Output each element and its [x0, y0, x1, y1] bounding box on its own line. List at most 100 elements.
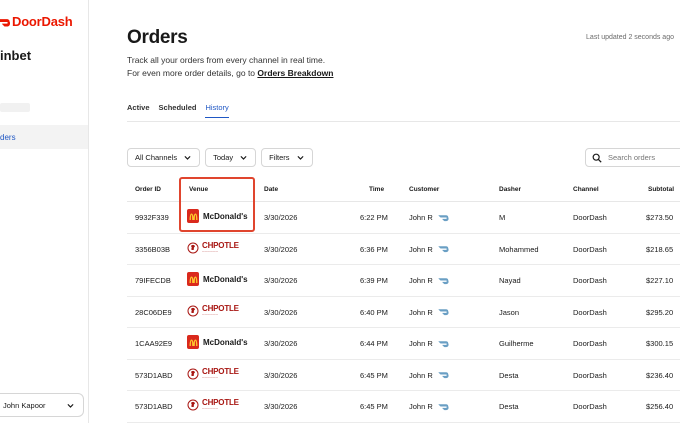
- chevron-down-icon: [184, 155, 191, 160]
- order-time: 6:45 PM: [360, 370, 388, 380]
- order-id[interactable]: 79IFECDB: [135, 276, 171, 285]
- venue-cell: CHPOTLE ——————: [187, 304, 239, 318]
- venue-name: McDonald's: [203, 274, 248, 284]
- customer-name: John R: [409, 339, 433, 348]
- brand-name: DoorDash: [12, 14, 73, 29]
- doordash-icon: [438, 340, 449, 347]
- order-id[interactable]: 9932F339: [135, 213, 169, 222]
- column-header-subtotal[interactable]: Subtotal: [648, 186, 674, 193]
- user-switcher[interactable]: John Kapoor: [0, 393, 84, 417]
- table-row[interactable]: 3356B03B CHPOTLE —————— 3/30/2026 6:36 PM Jo…: [127, 234, 680, 265]
- channel-name: DoorDash: [573, 307, 607, 317]
- subtotal: $236.40: [646, 370, 674, 380]
- dasher-name: M: [499, 213, 506, 222]
- column-header-order-id[interactable]: Order ID: [135, 186, 161, 193]
- customer-cell: John R: [409, 308, 449, 317]
- order-time: 6:22 PM: [360, 213, 388, 222]
- order-time: 6:45 PM: [360, 402, 388, 411]
- column-header-venue[interactable]: Venue: [189, 186, 208, 193]
- sidebar-item-orders[interactable]: ders: [0, 125, 88, 149]
- channel-name: DoorDash: [573, 402, 607, 411]
- chipotle-wordmark: CHPOTLE ——————: [202, 241, 239, 254]
- table-row[interactable]: 573D1ABD CHPOTLE —————— 3/30/2026 6:45 PM Jo…: [127, 360, 680, 391]
- subtotal: $300.15: [646, 339, 674, 348]
- order-time: 6:40 PM: [360, 307, 388, 317]
- column-header-dasher[interactable]: Dasher: [499, 186, 521, 193]
- channel-name: DoorDash: [573, 244, 607, 254]
- dasher-name: Desta: [499, 402, 519, 411]
- venue-cell: CHPOTLE ——————: [187, 398, 239, 412]
- venue-name: McDonald's: [203, 337, 248, 347]
- venue-name: CHPOTLE: [202, 303, 239, 313]
- order-date: 3/30/2026: [264, 370, 298, 380]
- order-date: 3/30/2026: [264, 213, 298, 222]
- sidebar-item-label: ders: [0, 132, 16, 142]
- user-name: John Kapoor: [3, 400, 46, 410]
- venue-cell: CHPOTLE ——————: [187, 241, 239, 255]
- order-id[interactable]: 573D1ABD: [135, 402, 173, 411]
- column-header-time[interactable]: Time: [369, 186, 384, 193]
- tabs-divider: [127, 121, 680, 122]
- customer-name: John R: [409, 370, 433, 380]
- table-row[interactable]: 79IFECDB McDonald's 3/30/2026 6:39 PM John …: [127, 265, 680, 297]
- page-subtitle: Track all your orders from every channel…: [127, 55, 326, 65]
- order-date: 3/30/2026: [264, 307, 298, 317]
- tab-history[interactable]: History: [205, 103, 229, 118]
- order-id[interactable]: 28C06DE9: [135, 308, 172, 317]
- order-id[interactable]: 573D1ABD: [135, 371, 173, 380]
- venue-name: CHPOTLE: [202, 398, 239, 408]
- channel-name: DoorDash: [573, 339, 607, 348]
- customer-name: John R: [409, 276, 433, 285]
- column-header-customer[interactable]: Customer: [409, 186, 439, 193]
- order-date: 3/30/2026: [264, 276, 298, 285]
- customer-cell: John R: [409, 371, 449, 380]
- dasher-name: Jason: [499, 307, 520, 317]
- date-dropdown[interactable]: Today: [205, 148, 257, 167]
- search-input[interactable]: [608, 153, 680, 162]
- chevron-down-icon: [296, 155, 304, 160]
- sidebar-placeholder: [0, 103, 30, 112]
- store-name[interactable]: inbet: [0, 48, 31, 63]
- search-box[interactable]: [585, 148, 680, 167]
- dasher-name: Guilherme: [499, 339, 534, 348]
- subtotal: $273.50: [646, 213, 674, 222]
- chipotle-logo-icon: [187, 242, 199, 253]
- chipotle-wordmark: CHPOTLE ——————: [202, 366, 239, 380]
- orders-table: Order ID Venue Date Time Customer Dasher…: [127, 178, 680, 423]
- venue-name: CHPOTLE: [202, 366, 239, 376]
- column-header-channel[interactable]: Channel: [573, 186, 599, 193]
- date-dropdown-label: Today: [213, 153, 234, 162]
- order-time: 6:39 PM: [360, 276, 388, 285]
- channels-dropdown[interactable]: All Channels: [127, 148, 201, 167]
- orders-breakdown-link[interactable]: Orders Breakdown: [257, 68, 333, 78]
- page-subtitle-link-line: For even more order details, go to Order…: [127, 68, 333, 78]
- tab-active[interactable]: Active: [127, 103, 150, 118]
- channels-dropdown-label: All Channels: [135, 153, 178, 162]
- dasher-name: Nayad: [499, 276, 521, 285]
- subtotal: $218.65: [646, 244, 674, 254]
- order-date: 3/30/2026: [264, 402, 298, 411]
- sidebar: DoorDash inbet ders John Kapoor: [0, 0, 89, 423]
- doordash-icon: [438, 309, 449, 316]
- subtitle-prefix: For even more order details, go to: [127, 68, 258, 78]
- table-row[interactable]: 1CAA92E9 McDonald's 3/30/2026 6:44 PM John …: [127, 328, 680, 360]
- order-time: 6:36 PM: [360, 244, 388, 254]
- chipotle-tagline-mark: ——————: [202, 375, 219, 379]
- chipotle-logo-icon: [187, 305, 199, 316]
- table-row[interactable]: 573D1ABD CHPOTLE —————— 3/30/2026 6:45 PM Jo…: [127, 391, 680, 423]
- table-row[interactable]: 28C06DE9 CHPOTLE —————— 3/30/2026 6:40 PM Jo…: [127, 297, 680, 328]
- doordash-icon: [438, 246, 449, 253]
- subtotal: $295.20: [646, 307, 674, 317]
- dasher-name: Mohammed: [499, 244, 539, 254]
- brand-logo[interactable]: DoorDash: [0, 14, 73, 29]
- order-id[interactable]: 3356B03B: [135, 245, 170, 254]
- tab-scheduled[interactable]: Scheduled: [159, 103, 197, 118]
- customer-cell: John R: [409, 213, 449, 222]
- search-icon: [592, 153, 602, 163]
- column-header-date[interactable]: Date: [264, 186, 278, 193]
- table-row[interactable]: 9932F339 McDonald's 3/30/2026 6:22 PM John …: [127, 202, 680, 234]
- filters-dropdown[interactable]: Filters: [261, 148, 313, 167]
- customer-name: John R: [409, 402, 433, 411]
- order-id[interactable]: 1CAA92E9: [135, 339, 172, 348]
- tabs: Active Scheduled History: [127, 103, 229, 118]
